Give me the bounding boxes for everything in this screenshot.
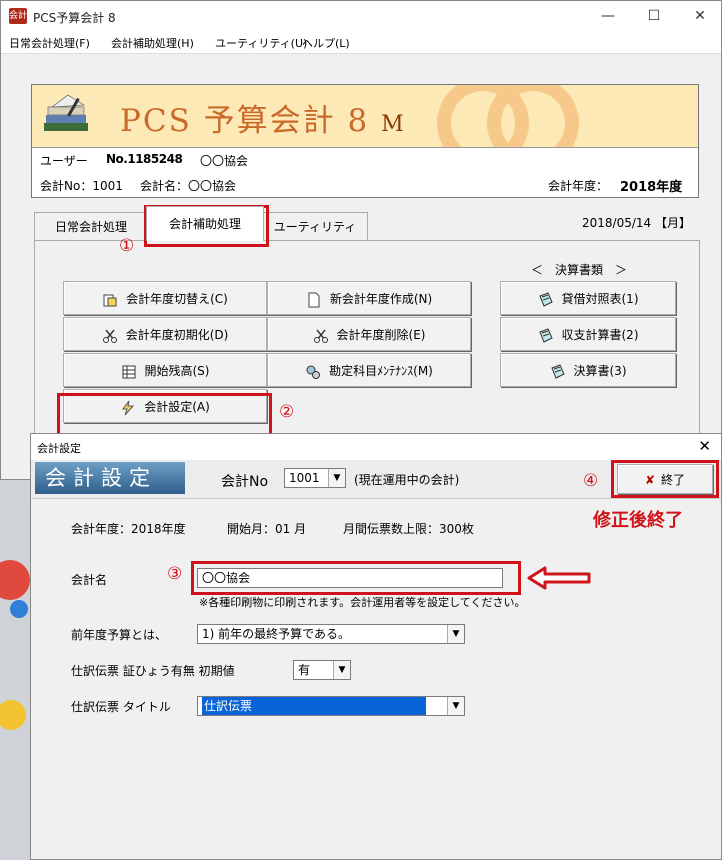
menu-daily[interactable]: 日常会計処理(F) [9, 35, 90, 51]
prev-budget-label: 前年度予算とは、 [71, 628, 168, 642]
reports-header: ＜ 決算書類 ＞ [531, 263, 628, 277]
slip-title-select[interactable]: 仕訳伝票 ▼ [197, 696, 465, 716]
init-year-button[interactable]: 会計年度初期化(D) [63, 317, 267, 351]
ledger-icon [122, 365, 135, 378]
account-no-label: 会計No [221, 474, 269, 490]
scissors-icon [313, 329, 328, 343]
menu-help[interactable]: ヘルプ(L) [302, 35, 350, 51]
income-statement-button[interactable]: 収支計算書(2) [500, 317, 676, 351]
dialog-close-button[interactable]: ✕ [698, 437, 711, 455]
name-label: 会計名 [71, 573, 108, 587]
books-logo-icon [44, 94, 88, 131]
report-book-icon [538, 327, 553, 343]
info-start-month: 開始月：01 月 [227, 522, 307, 536]
slip-default-select[interactable]: 有 ▼ [293, 660, 351, 680]
close-button[interactable]: ✕ [677, 1, 722, 31]
info-slip-limit: 月間伝票数上限：300枚 [343, 522, 474, 536]
user-row: ユーザー No.1185248 〇〇協会 [32, 147, 698, 173]
slip-default-label: 仕訳伝票 証ひょう有無 初期値 [71, 664, 235, 678]
highlight-box-4 [611, 460, 719, 498]
dialog-title-bar: 会計設定 ✕ [31, 434, 721, 460]
desktop-decoration [0, 700, 26, 730]
name-note: ※各種印刷物に印刷されます。会計運用者等を設定してください。 [199, 596, 526, 609]
account-name: 会計名：〇〇協会 [140, 179, 237, 193]
chevron-down-icon: ▼ [328, 469, 345, 487]
chevron-down-icon: ▼ [333, 661, 350, 679]
app-banner: PCS 予算会計 8 M ユーザー No.1185248 〇〇協会 会計No：1… [31, 84, 699, 198]
settings-dialog: 会計設定 ✕ 会計設定 会計No 1001 ▼ (現在運用中の会計) ✘ 終了 会計… [30, 433, 722, 860]
folder-doc-icon [103, 294, 117, 306]
prev-budget-select[interactable]: 1) 前年の最終予算である。 ▼ [197, 624, 465, 644]
blank-document-icon [308, 292, 320, 307]
new-year-button[interactable]: 新会計年度作成(N) [267, 281, 471, 315]
fiscal-year-value: 2018年度 [620, 180, 683, 195]
account-no-note: (現在運用中の会計) [354, 473, 460, 487]
opening-balance-button[interactable]: 開始残高(S) [63, 353, 267, 387]
minimize-button[interactable]: — [585, 1, 631, 31]
user-name: 〇〇協会 [200, 154, 249, 168]
arrow-left-icon [527, 566, 591, 590]
highlight-box-2 [57, 393, 272, 437]
account-row: 会計No：1001 会計名：〇〇協会 会計年度： 2018年度 [32, 171, 698, 197]
menu-bar: 日常会計処理(F) 会計補助処理(H) ユーティリティ(U) ヘルプ(L) [1, 31, 721, 53]
current-date: 2018/05/14 【月】 [582, 216, 691, 230]
menu-utility[interactable]: ユーティリティ(U) [215, 35, 307, 51]
account-no-select[interactable]: 1001 ▼ [284, 468, 346, 488]
window-title: PCS予算会計 8 [33, 11, 116, 25]
dialog-title: 会計設定 [37, 442, 81, 455]
main-window: 会計 PCS予算会計 8 — ☐ ✕ 日常会計処理(F) 会計補助処理(H) ユ… [0, 0, 722, 482]
menu-aux[interactable]: 会計補助処理(H) [111, 35, 194, 51]
highlight-box-3 [191, 561, 521, 595]
annotation-2: ② [279, 402, 295, 422]
tab-utility[interactable]: ユーティリティ [262, 212, 368, 241]
account-no: 会計No：1001 [40, 179, 123, 193]
desktop-decoration [10, 600, 28, 618]
settlement-button[interactable]: 決算書(3) [500, 353, 676, 387]
user-label: ユーザー [40, 154, 88, 168]
fiscal-year-label: 会計年度： [548, 179, 609, 193]
gears-icon [306, 365, 321, 379]
balance-sheet-button[interactable]: 貸借対照表(1) [500, 281, 676, 315]
scissors-icon [102, 329, 117, 343]
accounts-maintenance-button[interactable]: 勘定科目ﾒﾝﾃﾅﾝｽ(M) [267, 353, 471, 387]
finish-note: 修正後終了 [593, 510, 683, 531]
annotation-4: ④ [583, 471, 599, 491]
report-book-icon [550, 363, 565, 379]
desktop-decoration [0, 560, 30, 600]
title-bar: 会計 PCS予算会計 8 — ☐ ✕ [1, 1, 721, 31]
tab-aux[interactable]: 会計補助処理 [146, 206, 264, 241]
client-area: PCS 予算会計 8 M ユーザー No.1185248 〇〇協会 会計No：1… [1, 53, 721, 482]
logo-text: PCS 予算会計 8 M [120, 103, 406, 139]
annotation-1: ① [119, 236, 135, 256]
report-book-icon [538, 291, 553, 307]
app-icon: 会計 [9, 8, 27, 24]
annotation-3: ③ [167, 564, 183, 584]
slip-title-label: 仕訳伝票 タイトル [71, 700, 171, 714]
chevron-down-icon: ▼ [447, 697, 464, 715]
user-code: No.1185248 [106, 152, 183, 166]
chevron-down-icon: ▼ [447, 625, 464, 643]
switch-year-button[interactable]: 会計年度切替え(C) [63, 281, 267, 315]
banner-deco [487, 85, 579, 147]
dialog-banner: 会計設定 [35, 462, 185, 494]
banner-logo-area: PCS 予算会計 8 M [32, 85, 698, 147]
info-year: 会計年度：2018年度 [71, 522, 186, 536]
delete-year-button[interactable]: 会計年度削除(E) [267, 317, 471, 351]
maximize-button[interactable]: ☐ [631, 1, 677, 31]
